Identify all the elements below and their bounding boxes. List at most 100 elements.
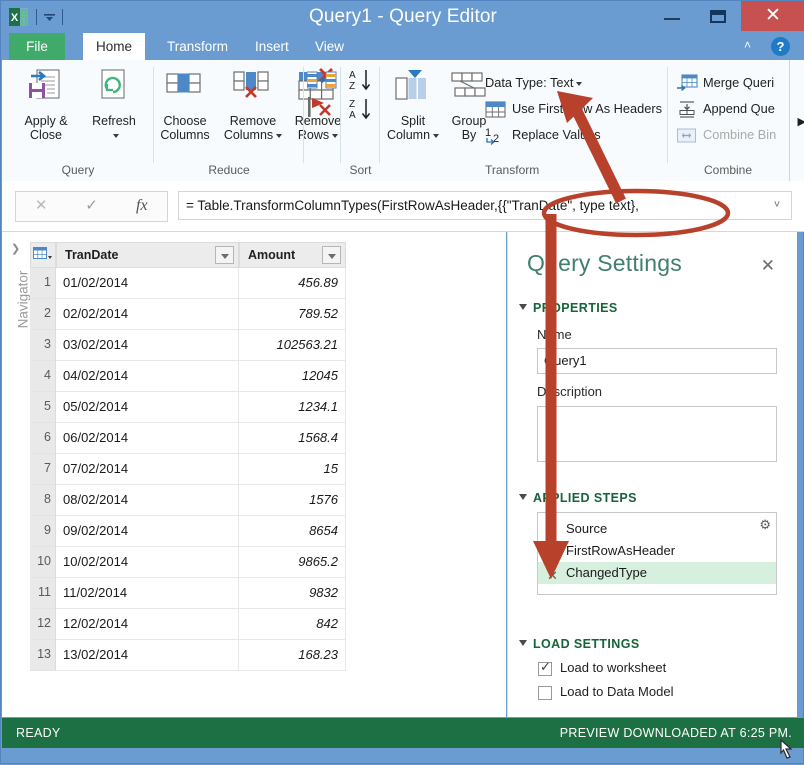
tab-transform[interactable]: Transform (154, 33, 241, 60)
cell-amount[interactable]: 8654 (239, 516, 346, 547)
choose-columns-button[interactable]: Choose Columns (152, 68, 218, 142)
row-number[interactable]: 7 (30, 454, 56, 485)
cell-trandate[interactable]: 03/02/2014 (56, 330, 239, 361)
row-number[interactable]: 11 (30, 578, 56, 609)
cell-trandate[interactable]: 11/02/2014 (56, 578, 239, 609)
filter-dropdown-amount-icon[interactable] (322, 246, 341, 264)
applied-steps-section-heading[interactable]: APPLIED STEPS (519, 491, 637, 505)
formula-input[interactable]: = Table.TransformColumnTypes(FirstRowAsH… (178, 191, 792, 220)
navigator-expand-icon[interactable]: ❯ (11, 242, 20, 255)
keep-duplicates-icon[interactable] (306, 70, 337, 93)
cell-trandate[interactable]: 05/02/2014 (56, 392, 239, 423)
cell-trandate[interactable]: 07/02/2014 (56, 454, 239, 485)
cell-trandate[interactable]: 13/02/2014 (56, 640, 239, 671)
cell-trandate[interactable]: 10/02/2014 (56, 547, 239, 578)
applied-step-source[interactable]: Source (538, 518, 776, 540)
cell-amount[interactable]: 168.23 (239, 640, 346, 671)
row-number[interactable]: 5 (30, 392, 56, 423)
cell-trandate[interactable]: 08/02/2014 (56, 485, 239, 516)
maximize-button[interactable] (695, 1, 741, 31)
formula-fx-button[interactable]: fx (117, 192, 167, 221)
merge-queries-label: Merge Queri (703, 75, 775, 90)
remove-columns-button[interactable]: Remove Columns (217, 68, 289, 142)
navigator-pane[interactable]: ❯ Navigator (2, 232, 31, 717)
cell-amount[interactable]: 842 (239, 609, 346, 640)
column-header-trandate[interactable]: TranDate (56, 242, 239, 268)
cell-amount[interactable]: 1568.4 (239, 423, 346, 454)
refresh-button[interactable]: Refresh (79, 68, 149, 142)
name-field-label: Name (537, 327, 572, 342)
query-settings-close-button[interactable]: ✕ (761, 256, 775, 276)
collapse-ribbon-button[interactable]: ˄ (744, 38, 760, 54)
row-number[interactable]: 8 (30, 485, 56, 516)
merge-queries-button[interactable]: Merge Queri (676, 70, 774, 95)
row-number[interactable]: 3 (30, 330, 56, 361)
applied-step-changedtype[interactable]: ✕ ChangedType (538, 562, 776, 584)
query-description-input[interactable] (537, 406, 777, 462)
data-type-text-button[interactable]: Data Type: Text (485, 70, 583, 95)
cell-amount[interactable]: 1234.1 (239, 392, 346, 423)
column-header-amount[interactable]: Amount (239, 242, 346, 268)
ribbon-tab-bar: File Home Transform Insert View ˄ ? (2, 33, 804, 60)
load-to-worksheet-checkbox[interactable] (538, 659, 552, 676)
filter-dropdown-trandate-icon[interactable] (215, 246, 234, 264)
ribbon-overflow-button[interactable]: ▶ (798, 115, 804, 128)
cell-trandate[interactable]: 06/02/2014 (56, 423, 239, 454)
use-first-row-as-headers-button[interactable]: Use First Row As Headers (485, 96, 662, 121)
cell-amount[interactable]: 1576 (239, 485, 346, 516)
choose-columns-icon (162, 68, 208, 110)
cell-trandate[interactable]: 04/02/2014 (56, 361, 239, 392)
close-button[interactable]: ✕ (741, 1, 804, 31)
cell-trandate[interactable]: 09/02/2014 (56, 516, 239, 547)
cell-trandate[interactable]: 12/02/2014 (56, 609, 239, 640)
replace-values-button[interactable]: 1 2 Replace Values (485, 122, 601, 147)
row-number[interactable]: 1 (30, 268, 56, 299)
refresh-caret-wrap[interactable] (79, 128, 149, 142)
formula-expand-button[interactable]: ˅ (768, 192, 786, 219)
help-button[interactable]: ? (771, 37, 790, 56)
sort-ascending-icon[interactable]: A Z (348, 68, 374, 97)
svg-text:1: 1 (485, 127, 491, 139)
minimize-button[interactable] (649, 1, 695, 31)
apply-and-close-button[interactable]: Apply & Close (11, 68, 81, 142)
load-to-data-model-checkbox[interactable] (538, 686, 552, 700)
row-number[interactable]: 12 (30, 609, 56, 640)
row-number[interactable]: 6 (30, 423, 56, 454)
row-number[interactable]: 2 (30, 299, 56, 330)
tab-view[interactable]: View (302, 33, 357, 60)
row-number[interactable]: 9 (30, 516, 56, 547)
tab-home[interactable]: Home (83, 33, 146, 60)
sort-descending-icon[interactable]: Z A (348, 97, 374, 126)
tab-file[interactable]: File (9, 33, 65, 60)
cell-trandate[interactable]: 01/02/2014 (56, 268, 239, 299)
append-queries-button[interactable]: Append Que (676, 96, 775, 121)
formula-accept-button[interactable]: ✓ (66, 192, 116, 221)
formula-cancel-button[interactable]: ✕ (16, 192, 66, 221)
cell-amount[interactable]: 9832 (239, 578, 346, 609)
applied-steps-gear-icon[interactable]: ⚙ (759, 517, 771, 533)
query-settings-title: Query Settings (527, 250, 682, 276)
split-column-label-1: Split (400, 114, 426, 128)
split-column-button[interactable]: Split Column (382, 68, 444, 142)
cell-trandate[interactable]: 02/02/2014 (56, 299, 239, 330)
applied-step-firstrowasheader[interactable]: FirstRowAsHeader (538, 540, 776, 562)
combine-binaries-icon (676, 126, 698, 146)
cell-amount[interactable]: 9865.2 (239, 547, 346, 578)
row-number[interactable]: 10 (30, 547, 56, 578)
properties-section-heading[interactable]: PROPERTIES (519, 301, 618, 315)
remove-errors-icon[interactable] (307, 96, 337, 121)
row-number[interactable]: 4 (30, 361, 56, 392)
tab-insert[interactable]: Insert (242, 33, 302, 60)
grid-select-all-button[interactable] (30, 242, 56, 268)
cell-amount[interactable]: 102563.21 (239, 330, 346, 361)
cell-amount[interactable]: 789.52 (239, 299, 346, 330)
delete-step-icon[interactable]: ✕ (547, 565, 558, 587)
cell-amount[interactable]: 12045 (239, 361, 346, 392)
load-settings-section-heading[interactable]: LOAD SETTINGS (519, 637, 640, 651)
refresh-label: Refresh (92, 114, 136, 128)
query-name-input[interactable]: Query1 (537, 348, 777, 374)
cell-amount[interactable]: 15 (239, 454, 346, 485)
svg-text:2: 2 (493, 133, 499, 145)
cell-amount[interactable]: 456.89 (239, 268, 346, 299)
row-number[interactable]: 13 (30, 640, 56, 671)
